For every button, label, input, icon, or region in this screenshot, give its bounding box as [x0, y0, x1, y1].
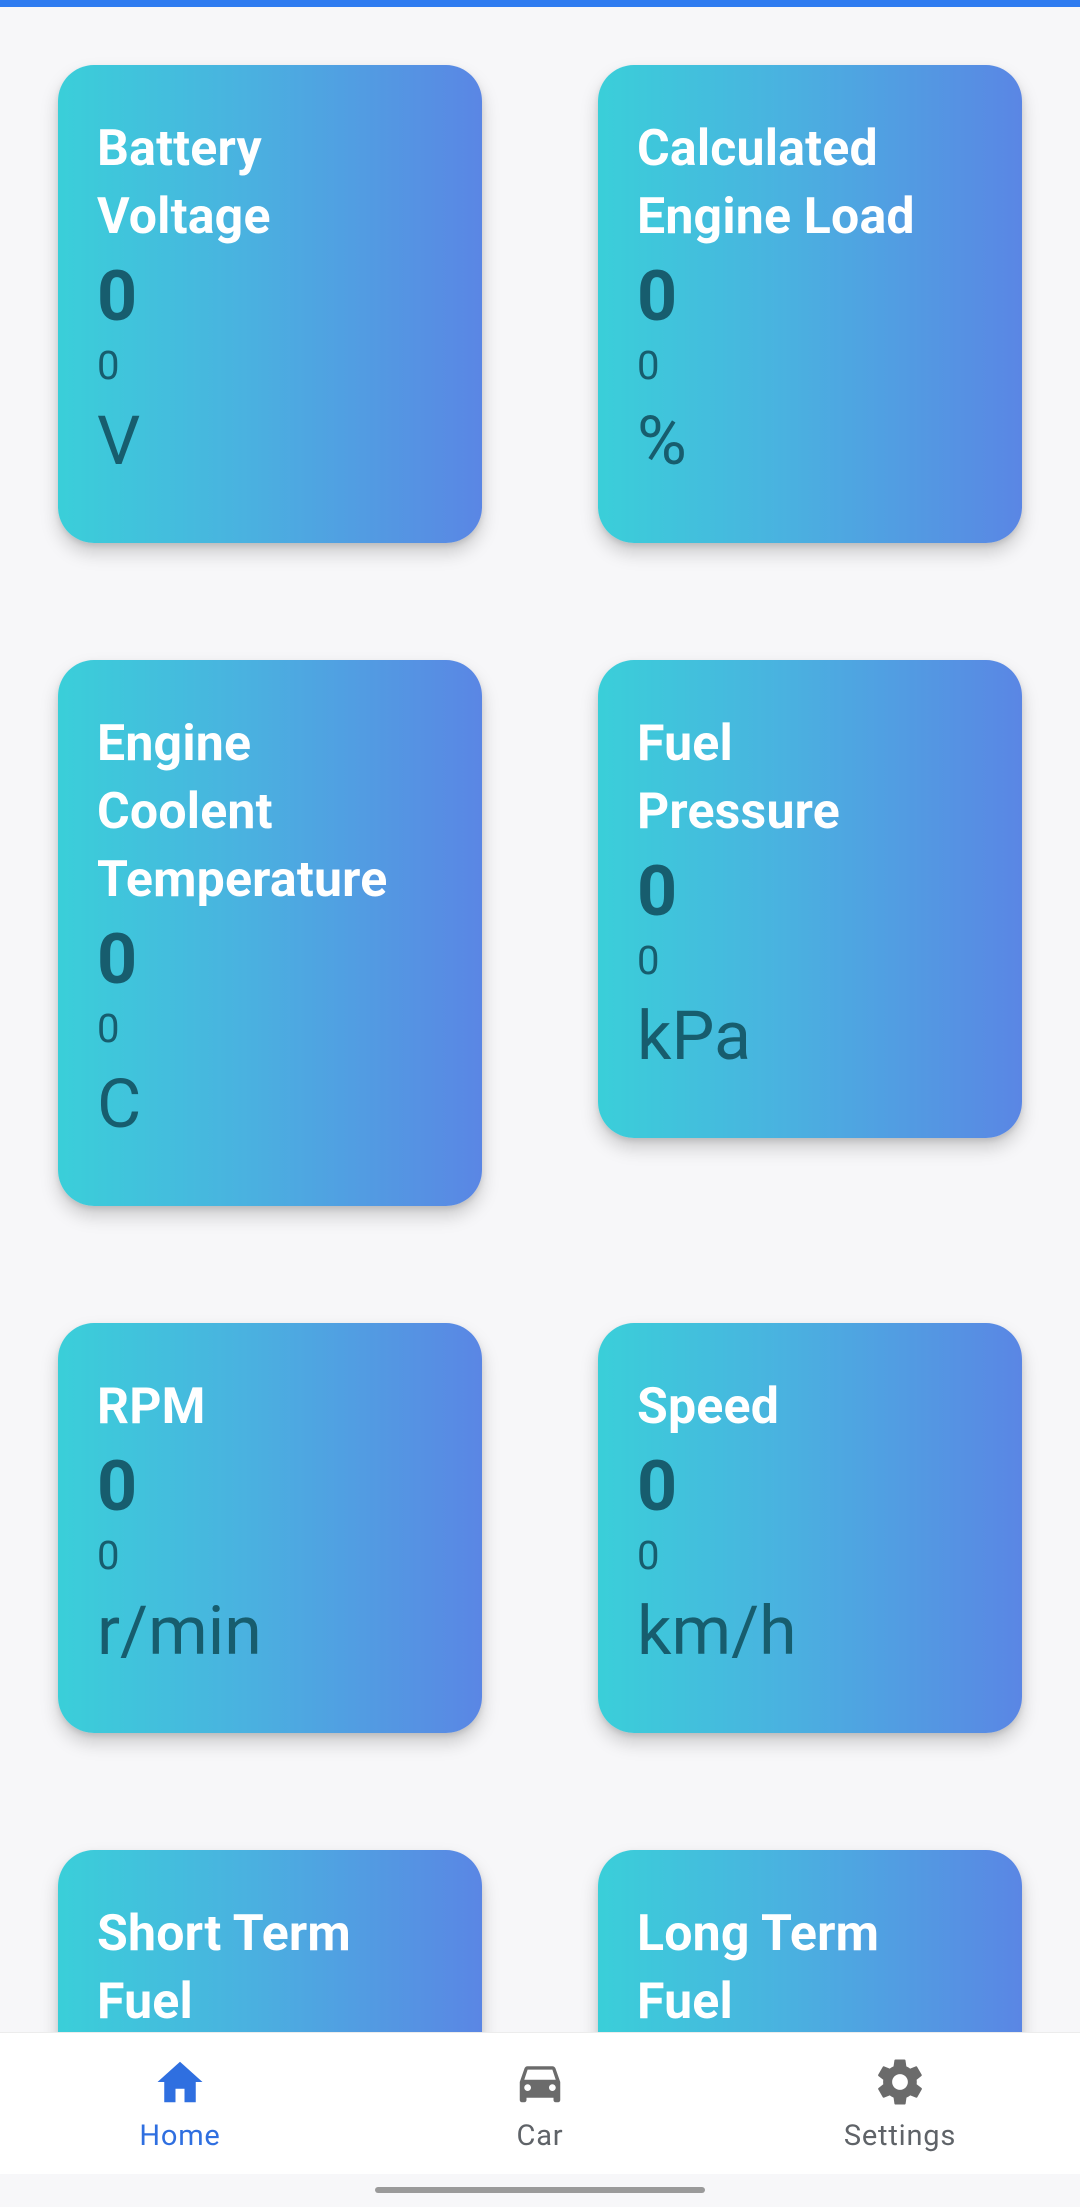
card-title: Engine Coolent Temperature: [97, 715, 388, 909]
card-value: 0: [97, 256, 138, 338]
card-title: Speed: [637, 1378, 780, 1436]
card-battery-voltage[interactable]: Battery Voltage 0 0 V: [58, 65, 482, 543]
system-gesture-area: [0, 2174, 1080, 2207]
card-value: 0: [637, 851, 678, 933]
gesture-handle[interactable]: [375, 2187, 705, 2193]
card-title: Fuel Pressure: [637, 715, 840, 841]
card-unit: km/h: [637, 1591, 797, 1671]
nav-home[interactable]: Home: [0, 2033, 360, 2175]
nav-car[interactable]: Car: [360, 2033, 720, 2175]
nav-settings-label: Settings: [843, 2119, 957, 2153]
car-icon: [519, 2066, 561, 2103]
card-unit: kPa: [637, 996, 751, 1076]
card-unit: V: [97, 401, 141, 481]
card-value: 0: [637, 256, 678, 338]
card-long-term-fuel[interactable]: Long Term Fuel: [598, 1850, 1022, 2032]
card-title: RPM: [97, 1378, 206, 1436]
sensor-grid: Battery Voltage 0 0 V Calculated Engine …: [0, 0, 1080, 2032]
bottom-navigation: Home Car Settings: [0, 2032, 1080, 2174]
card-value: 0: [97, 919, 138, 1001]
gear-icon: [878, 2059, 922, 2105]
card-subvalue: 0: [97, 342, 120, 389]
card-speed[interactable]: Speed 0 0 km/h: [598, 1323, 1022, 1733]
card-subvalue: 0: [637, 342, 660, 389]
nav-car-label: Car: [516, 2119, 564, 2153]
card-fuel-pressure[interactable]: Fuel Pressure 0 0 kPa: [598, 660, 1022, 1138]
nav-home-label: Home: [139, 2119, 221, 2153]
card-rpm[interactable]: RPM 0 0 r/min: [58, 1323, 482, 1733]
card-title: Battery Voltage: [97, 120, 271, 246]
card-short-term-fuel[interactable]: Short Term Fuel: [58, 1850, 482, 2032]
home-icon: [157, 2061, 203, 2103]
card-subvalue: 0: [637, 1532, 660, 1579]
card-value: 0: [97, 1446, 138, 1528]
card-unit: %: [637, 401, 687, 481]
card-subvalue: 0: [97, 1005, 120, 1052]
nav-settings[interactable]: Settings: [720, 2033, 1080, 2175]
card-title: Short Term Fuel: [97, 1905, 351, 2031]
card-subvalue: 0: [637, 937, 660, 984]
card-unit: r/min: [97, 1591, 262, 1671]
card-title: Long Term Fuel: [637, 1905, 880, 2031]
card-value: 0: [637, 1446, 678, 1528]
card-engine-coolent-temperature[interactable]: Engine Coolent Temperature 0 0 C: [58, 660, 482, 1206]
card-calculated-engine-load[interactable]: Calculated Engine Load 0 0 %: [598, 65, 1022, 543]
card-title: Calculated Engine Load: [637, 120, 915, 246]
card-unit: C: [97, 1064, 142, 1144]
card-subvalue: 0: [97, 1532, 120, 1579]
